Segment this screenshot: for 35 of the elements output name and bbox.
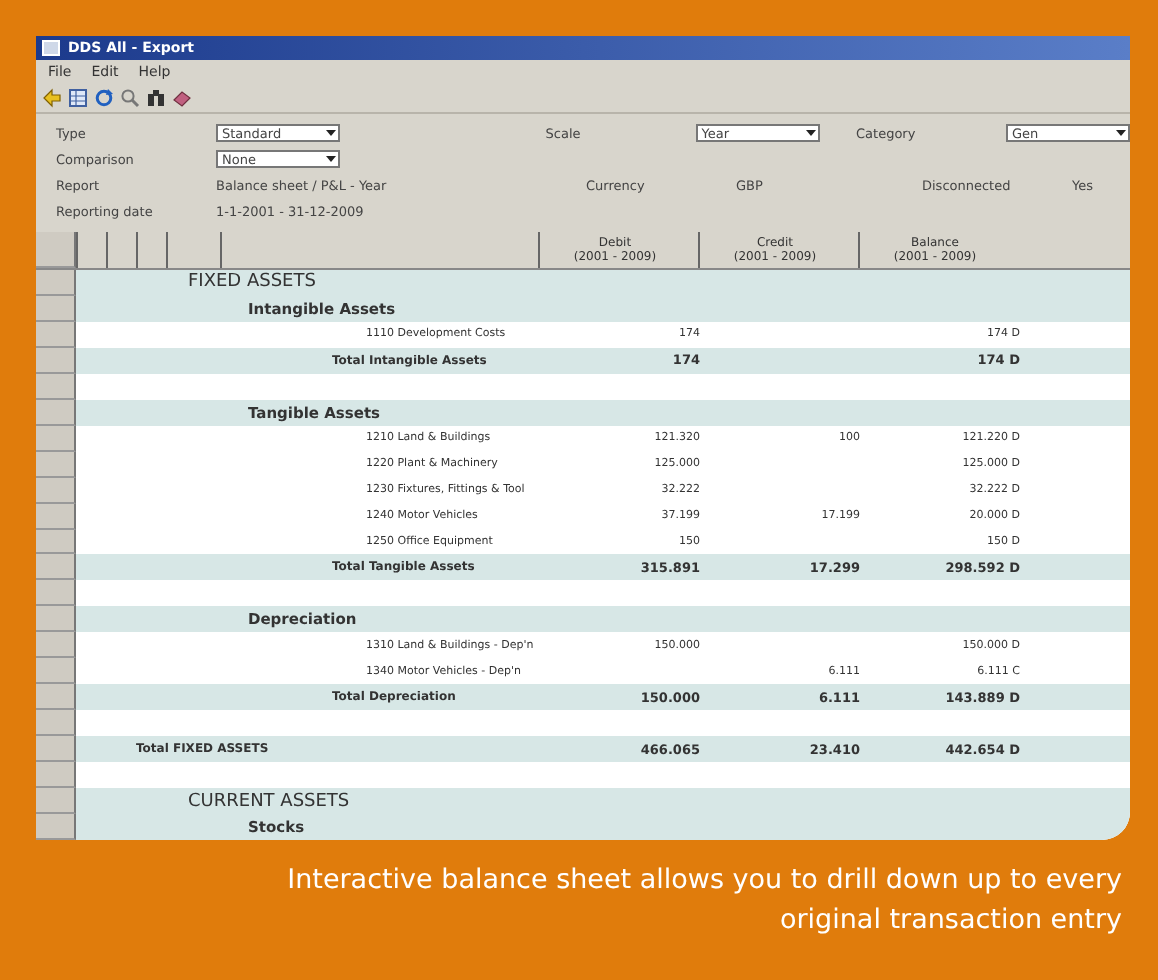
caret-icon <box>803 126 818 140</box>
arrow-icon[interactable] <box>42 88 62 108</box>
row-selector[interactable] <box>36 788 76 815</box>
row-selector[interactable] <box>36 321 76 348</box>
row-selector[interactable] <box>36 399 76 426</box>
row-selector[interactable] <box>36 503 76 530</box>
binoculars-icon[interactable] <box>146 88 166 108</box>
row-selector[interactable] <box>36 232 76 268</box>
row-selector[interactable] <box>36 814 76 840</box>
row-selector[interactable] <box>36 580 76 607</box>
caption-text: Interactive balance sheet allows you to drill down up to every <box>287 862 1122 900</box>
row-selector[interactable] <box>36 451 76 478</box>
row-selector[interactable] <box>36 529 76 555</box>
row-selector[interactable] <box>36 684 76 711</box>
row-selector[interactable] <box>36 710 76 737</box>
caption-text: original transaction entry <box>780 902 1122 940</box>
row-selector[interactable] <box>36 295 76 322</box>
table-icon[interactable] <box>68 88 88 108</box>
row-selector[interactable] <box>36 425 76 452</box>
section-heading[interactable]: FIXED ASSETS <box>76 272 316 293</box>
window-icon <box>42 40 60 56</box>
row-selector[interactable] <box>36 373 76 400</box>
eraser-icon[interactable] <box>172 88 192 108</box>
row-selector[interactable] <box>36 658 76 685</box>
row-selector[interactable] <box>36 477 76 504</box>
row-selector[interactable] <box>36 270 76 296</box>
row-selector[interactable] <box>36 736 76 763</box>
row-selector[interactable] <box>36 606 76 633</box>
row-selector[interactable] <box>36 632 76 659</box>
row-selector[interactable] <box>36 762 76 789</box>
refresh-icon[interactable] <box>94 88 114 108</box>
caret-icon <box>1114 126 1128 140</box>
row-selector[interactable] <box>36 554 76 581</box>
row-selector[interactable] <box>36 347 76 374</box>
section-heading[interactable]: CURRENT ASSETS <box>76 791 350 812</box>
